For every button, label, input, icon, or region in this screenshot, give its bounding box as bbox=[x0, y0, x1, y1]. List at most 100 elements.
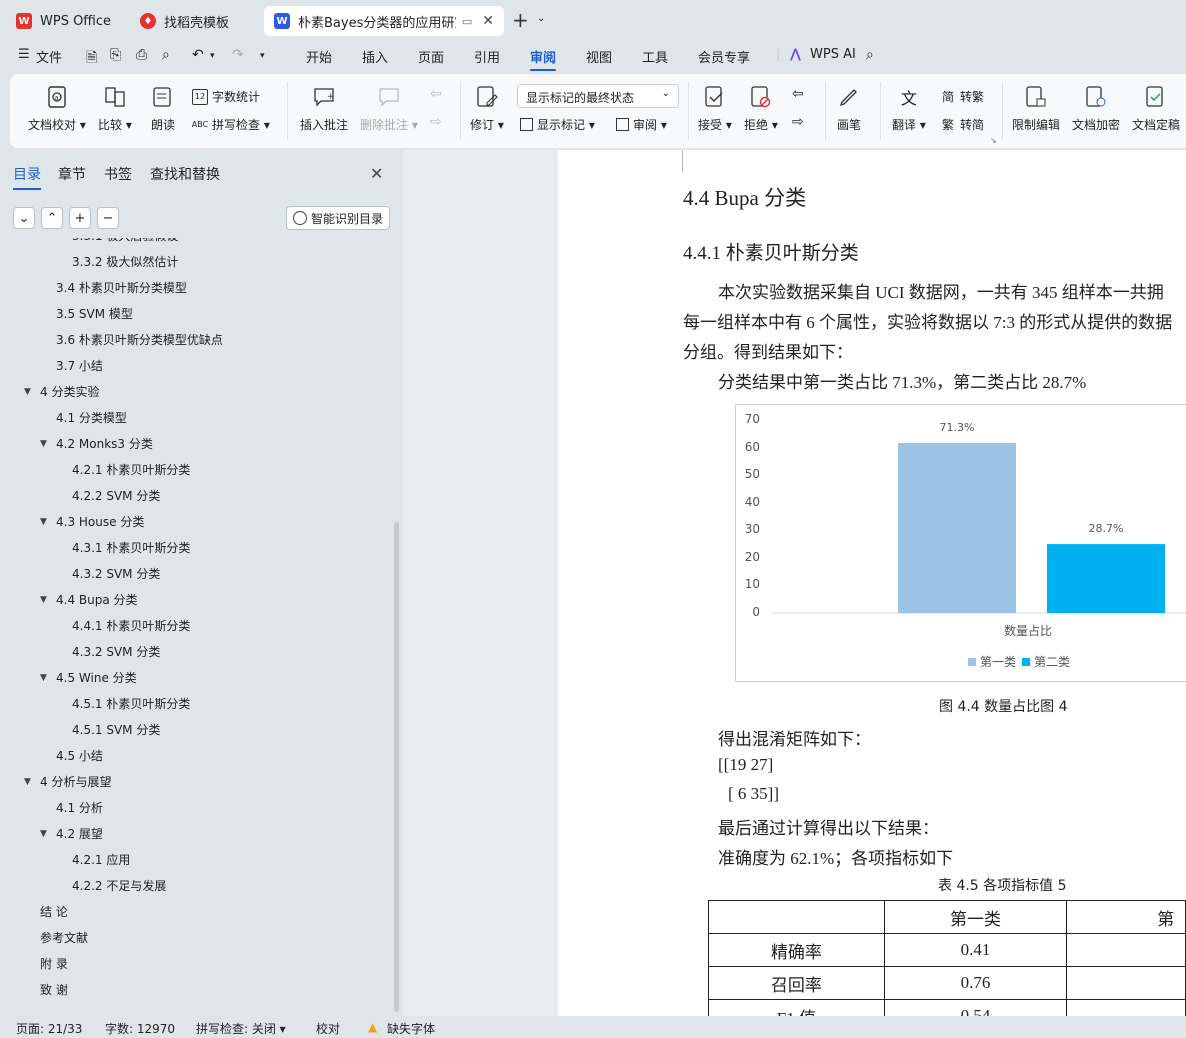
toc-item[interactable]: 4.3.2 SVM 分类 bbox=[56, 643, 160, 660]
tab-current-document[interactable]: W 朴素Bayes分类器的应用研究与 ▭ ✕ bbox=[264, 6, 504, 36]
chevron-down-icon[interactable]: ⌄ bbox=[537, 13, 545, 24]
toc-item[interactable]: 4.3.1 朴素贝叶斯分类 bbox=[56, 539, 190, 556]
save-icon[interactable]: 🗎 bbox=[86, 47, 97, 71]
menu-page[interactable]: 页面 bbox=[418, 47, 444, 66]
toc-expand-arrow-icon[interactable]: ▼ bbox=[40, 517, 50, 527]
translate-button[interactable]: 文 翻译 ▾ bbox=[892, 84, 926, 133]
toc-expand-arrow-icon[interactable]: ▼ bbox=[24, 777, 34, 787]
toc-item[interactable]: 3.4 朴素贝叶斯分类模型 bbox=[40, 279, 187, 296]
next-revision-icon[interactable]: ⇨ bbox=[792, 114, 804, 130]
toc-expand-arrow-icon[interactable]: ▼ bbox=[40, 829, 50, 839]
search-icon[interactable]: ⌕ bbox=[866, 47, 874, 63]
expand-group-icon[interactable]: ↘ bbox=[990, 136, 997, 145]
toc-item[interactable]: 附 录 bbox=[24, 955, 68, 972]
undo-icon[interactable]: ↶ bbox=[192, 47, 204, 63]
toc-item[interactable]: 致 谢 bbox=[24, 981, 68, 998]
tab-wps-office[interactable]: W WPS Office bbox=[6, 6, 124, 36]
compare-button[interactable]: 比较 ▾ bbox=[98, 84, 132, 133]
toc-item[interactable]: 4.2.1 朴素贝叶斯分类 bbox=[56, 461, 190, 478]
toc-item[interactable]: 参考文献 bbox=[24, 929, 88, 946]
bar-series-1[interactable] bbox=[898, 442, 1016, 613]
print-icon[interactable]: ⎙ bbox=[136, 47, 147, 63]
toc-item[interactable]: 4.1 分类模型 bbox=[40, 409, 127, 426]
toc-item[interactable]: ▼ 4.3 House 分类 bbox=[40, 513, 144, 530]
toc-expand-arrow-icon[interactable]: ▼ bbox=[40, 595, 50, 605]
close-tab-icon[interactable]: ✕ bbox=[482, 13, 494, 29]
toc-item[interactable]: 4.5 小结 bbox=[40, 747, 103, 764]
bar-series-2[interactable] bbox=[1047, 544, 1165, 613]
toc-item[interactable]: ▼ 4 分类实验 bbox=[24, 383, 99, 400]
restrict-edit-button[interactable]: 限制编辑 bbox=[1012, 84, 1060, 133]
to-simplified-button[interactable]: 繁 转简 bbox=[940, 116, 984, 133]
file-menu[interactable]: 文件 bbox=[36, 47, 62, 66]
prev-revision-icon[interactable]: ⇦ bbox=[792, 86, 804, 102]
expand-up-icon[interactable]: ⌃ bbox=[41, 207, 63, 229]
toc-item[interactable]: 4.1 分析 bbox=[40, 799, 103, 816]
proofread-status[interactable]: 校对 bbox=[316, 1020, 340, 1037]
missing-font-status[interactable]: 缺失字体 bbox=[387, 1020, 435, 1037]
nav-tab-find-replace[interactable]: 查找和替换 bbox=[150, 164, 220, 184]
close-pane-icon[interactable]: ✕ bbox=[370, 164, 383, 183]
encrypt-button[interactable]: 文档加密 bbox=[1072, 84, 1120, 133]
new-tab-icon[interactable]: + bbox=[512, 8, 529, 32]
show-markup-button[interactable]: 显示标记 ▾ bbox=[520, 116, 595, 133]
revise-button[interactable]: 修订 ▾ bbox=[470, 84, 504, 133]
read-aloud-button[interactable]: 朗读 bbox=[150, 84, 176, 133]
doc-check-button[interactable]: a 文档校对 ▾ bbox=[28, 84, 86, 133]
spell-check-button[interactable]: ABC 拼写检查 ▾ bbox=[192, 116, 270, 133]
insert-comment-button[interactable]: + 插入批注 bbox=[300, 84, 348, 133]
toc-item[interactable]: ▼ 4.4 Bupa 分类 bbox=[40, 591, 138, 608]
toc-item[interactable]: 3.6 朴素贝叶斯分类模型优缺点 bbox=[40, 331, 223, 348]
toc-item[interactable]: 结 论 bbox=[24, 903, 68, 920]
finalize-button[interactable]: 文档定稿 bbox=[1132, 84, 1180, 133]
toc-item[interactable]: 3.3.2 极大似然估计 bbox=[56, 253, 178, 270]
menu-member[interactable]: 会员专享 bbox=[698, 47, 750, 66]
toc-item[interactable]: ▼ 4.2 展望 bbox=[40, 825, 103, 842]
spell-check-status[interactable]: 拼写检查: 关闭 ▾ bbox=[196, 1020, 286, 1037]
prev-comment-icon[interactable]: ⇦ bbox=[430, 86, 442, 102]
toc-item[interactable]: 3.7 小结 bbox=[40, 357, 103, 374]
toc-item[interactable]: ▼ 4.5 Wine 分类 bbox=[40, 669, 137, 686]
word-count-button[interactable]: 12 字数统计 bbox=[192, 88, 260, 105]
toc-item[interactable]: 4.5.1 SVM 分类 bbox=[56, 721, 160, 738]
toc-expand-arrow-icon[interactable]: ▼ bbox=[40, 673, 50, 683]
reject-button[interactable]: 拒绝 ▾ bbox=[744, 84, 778, 133]
toc-item[interactable]: 4.5.1 朴素贝叶斯分类 bbox=[56, 695, 190, 712]
menu-reference[interactable]: 引用 bbox=[474, 47, 500, 66]
hamburger-icon[interactable]: ☰ bbox=[18, 47, 30, 62]
chevron-down-icon[interactable]: ▾ bbox=[260, 51, 265, 61]
pen-button[interactable]: 画笔 bbox=[836, 84, 862, 133]
toc-item[interactable]: ▼ 4.2 Monks3 分类 bbox=[40, 435, 153, 452]
collapse-all-icon[interactable]: ⌄ bbox=[13, 207, 35, 229]
word-count-indicator[interactable]: 字数: 12970 bbox=[105, 1020, 175, 1037]
menu-insert[interactable]: 插入 bbox=[362, 47, 388, 66]
page-indicator[interactable]: 页面: 21/33 bbox=[16, 1020, 82, 1037]
accept-button[interactable]: 接受 ▾ bbox=[698, 84, 732, 133]
review-pane-button[interactable]: 审阅 ▾ bbox=[616, 116, 667, 133]
nav-tab-chapters[interactable]: 章节 bbox=[58, 164, 86, 184]
toc-item[interactable]: 4.2.1 应用 bbox=[56, 851, 130, 868]
nav-scrollbar[interactable] bbox=[394, 522, 399, 1012]
to-traditional-button[interactable]: 简 转繁 bbox=[940, 88, 984, 105]
export-icon[interactable]: ⎘ bbox=[110, 47, 121, 63]
markup-state-select[interactable]: 显示标记的最终状态 ⌄ bbox=[517, 84, 679, 108]
redo-icon[interactable]: ↷ bbox=[232, 47, 244, 63]
menu-view[interactable]: 视图 bbox=[586, 47, 612, 66]
menu-review[interactable]: 审阅 bbox=[530, 47, 557, 71]
toc-item[interactable]: 3.3.1 极大后验假设 bbox=[56, 238, 178, 244]
chevron-down-icon[interactable]: ▾ bbox=[210, 51, 215, 61]
menu-start[interactable]: 开始 bbox=[306, 47, 332, 66]
toc-item[interactable]: ▼ 4 分析与展望 bbox=[24, 773, 111, 790]
toc-item[interactable]: 3.5 SVM 模型 bbox=[40, 305, 133, 322]
remove-heading-icon[interactable]: − bbox=[97, 207, 119, 229]
document-page[interactable]: 4.4 Bupa 分类 4.4.1 朴素贝叶斯分类 本次实验数据采集自 UCI … bbox=[558, 150, 1186, 1016]
menu-tools[interactable]: 工具 bbox=[642, 47, 668, 66]
next-comment-icon[interactable]: ⇨ bbox=[430, 114, 442, 130]
nav-tab-bookmarks[interactable]: 书签 bbox=[104, 164, 132, 184]
wps-ai-button[interactable]: WPS AI bbox=[810, 47, 856, 62]
nav-tab-toc[interactable]: 目录 bbox=[13, 164, 41, 190]
add-heading-icon[interactable]: + bbox=[69, 207, 91, 229]
smart-toc-button[interactable]: 智能识别目录 bbox=[286, 206, 390, 230]
delete-comment-button[interactable]: 删除批注 ▾ bbox=[360, 84, 418, 133]
toc-expand-arrow-icon[interactable]: ▼ bbox=[40, 439, 50, 449]
